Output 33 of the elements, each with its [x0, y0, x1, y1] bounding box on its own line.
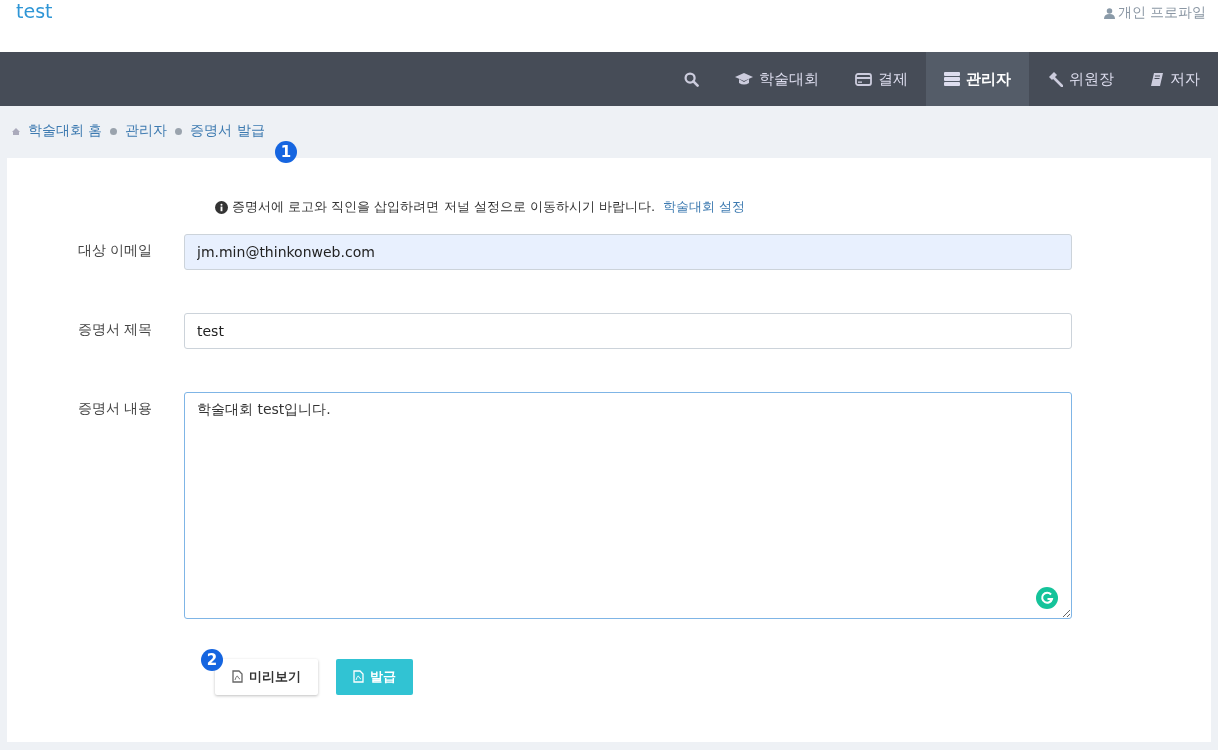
settings-link[interactable]: 학술대회 설정 — [663, 198, 746, 216]
nav-tab[interactable]: 학술대회 — [717, 52, 837, 106]
annotation-marker: 1 — [275, 141, 297, 163]
text-input[interactable]: test — [184, 312, 1072, 349]
field-label: 증명서 제목 — [76, 319, 153, 339]
preview-button[interactable]: 미리보기 — [215, 658, 318, 695]
nav-tab[interactable]: 결제 — [837, 52, 926, 106]
nav-tab[interactable]: 저자 — [1132, 52, 1218, 106]
server-icon — [944, 72, 960, 86]
breadcrumb-link[interactable]: 관리자 — [125, 122, 168, 140]
user-icon — [1103, 7, 1115, 19]
field-label: 증명서 내용 — [76, 398, 153, 418]
text-input[interactable]: jm.min@thinkonweb.com — [184, 233, 1072, 270]
book-icon — [1150, 71, 1164, 87]
content-textarea[interactable]: 학술대회 test입니다. — [184, 391, 1072, 619]
info-icon — [215, 200, 228, 214]
breadcrumb-link[interactable]: 증명서 발급 — [190, 122, 265, 140]
credit-card-icon — [855, 72, 872, 86]
pdf-file-icon — [353, 670, 364, 683]
nav-tab[interactable]: 관리자 — [926, 52, 1029, 106]
nav-tab[interactable]: 위원장 — [1029, 52, 1132, 106]
annotation-marker: 2 — [201, 648, 223, 671]
breadcrumb-link[interactable]: 학술대회 홈 — [28, 122, 103, 140]
breadcrumb-separator — [175, 127, 183, 135]
gavel-icon — [1047, 71, 1063, 87]
notice-message: 증명서에 로고와 직인을 삽입하려면 저널 설정으로 이동하시기 바랍니다. — [232, 198, 656, 216]
home-icon — [12, 127, 20, 135]
grammar-check-icon — [1036, 586, 1058, 609]
breadcrumb-separator — [110, 127, 118, 135]
field-label: 대상 이메일 — [76, 240, 153, 260]
graduation-cap-icon — [735, 72, 753, 86]
pdf-file-icon — [232, 670, 243, 683]
search-icon — [684, 71, 699, 87]
